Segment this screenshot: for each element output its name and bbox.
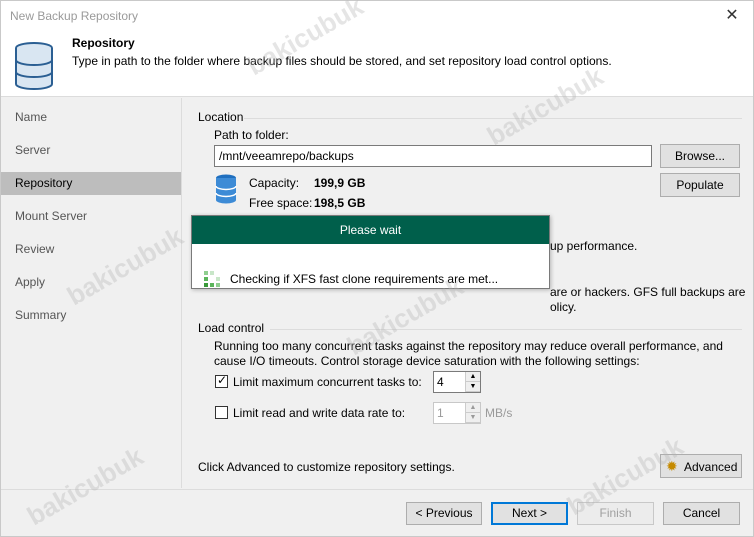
loading-spinner-icon — [204, 271, 220, 287]
limit-rate-value: 1 — [437, 406, 444, 420]
database-icon — [15, 42, 53, 90]
load-control-description: Running too many concurrent tasks agains… — [214, 339, 723, 368]
next-button[interactable]: Next > — [491, 502, 568, 525]
capacity-label: Capacity: — [249, 176, 300, 190]
dialog-message: Checking if XFS fast clone requirements … — [230, 272, 499, 286]
window-title: New Backup Repository — [10, 9, 139, 23]
location-section-label: Location — [198, 110, 244, 124]
title-bar: New Backup Repository ✕ — [1, 1, 753, 31]
dialog-title: Please wait — [192, 216, 549, 244]
page-title: Repository — [72, 36, 135, 50]
limit-tasks-stepper[interactable]: 4 ▲ ▼ — [433, 371, 481, 393]
browse-button[interactable]: Browse... — [660, 144, 740, 168]
stepper-up-icon[interactable]: ▲ — [466, 372, 480, 382]
obscured-text-1: up performance. — [550, 239, 638, 253]
advanced-button[interactable]: ✹ Advanced — [660, 454, 742, 478]
limit-rate-stepper[interactable]: 1 ▲ ▼ — [433, 402, 481, 424]
capacity-value: 199,9 GB — [314, 176, 366, 190]
limit-rate-checkbox[interactable] — [215, 406, 228, 419]
populate-button[interactable]: Populate — [660, 173, 740, 197]
please-wait-dialog: Please wait Checking if XFS fast clone r… — [191, 215, 550, 289]
load-control-section-label: Load control — [198, 321, 265, 335]
dialog-body: Checking if XFS fast clone requirements … — [192, 244, 549, 288]
location-divider — [244, 118, 742, 119]
footer-divider — [1, 489, 753, 490]
wizard-steps: Name Server Repository Mount Server Revi… — [1, 98, 181, 488]
gear-icon: ✹ — [666, 458, 678, 474]
cancel-button[interactable]: Cancel — [663, 502, 740, 525]
limit-tasks-label: Limit maximum concurrent tasks to: — [233, 375, 422, 389]
advanced-hint: Click Advanced to customize repository s… — [198, 460, 455, 474]
free-space-label: Free space: — [249, 196, 313, 210]
step-summary[interactable]: Summary — [1, 304, 181, 327]
previous-button[interactable]: < Previous — [406, 502, 482, 525]
step-review[interactable]: Review — [1, 238, 181, 261]
path-label: Path to folder: — [214, 128, 289, 142]
path-input[interactable]: /mnt/veeamrepo/backups — [214, 145, 652, 167]
obscured-text-3: olicy. — [550, 300, 577, 314]
step-apply[interactable]: Apply — [1, 271, 181, 294]
stepper-up-icon[interactable]: ▲ — [466, 403, 480, 413]
step-server[interactable]: Server — [1, 139, 181, 162]
stepper-down-icon[interactable]: ▼ — [466, 413, 480, 423]
checkmark-icon: ✓ — [217, 373, 228, 387]
stepper-down-icon[interactable]: ▼ — [466, 382, 480, 392]
limit-tasks-value: 4 — [437, 375, 444, 389]
step-repository[interactable]: Repository — [1, 172, 181, 195]
load-control-divider — [270, 329, 742, 330]
close-icon[interactable]: ✕ — [717, 3, 747, 29]
new-backup-repository-window: New Backup Repository ✕ Repository Type … — [0, 0, 754, 537]
advanced-button-label: Advanced — [684, 460, 738, 474]
obscured-text-2: are or hackers. GFS full backups are — [550, 285, 746, 299]
step-mount-server[interactable]: Mount Server — [1, 205, 181, 228]
limit-tasks-checkbox[interactable]: ✓ — [215, 373, 228, 388]
page-description: Type in path to the folder where backup … — [72, 54, 612, 68]
wizard-header: Repository Type in path to the folder wh… — [1, 31, 753, 97]
storage-icon — [215, 174, 237, 204]
rate-unit-label: MB/s — [485, 406, 513, 420]
free-space-value: 198,5 GB — [314, 196, 366, 210]
step-name[interactable]: Name — [1, 106, 181, 129]
limit-rate-label: Limit read and write data rate to: — [233, 406, 406, 420]
finish-button[interactable]: Finish — [577, 502, 654, 525]
repository-settings: Location Path to folder: /mnt/veeamrepo/… — [182, 98, 753, 488]
